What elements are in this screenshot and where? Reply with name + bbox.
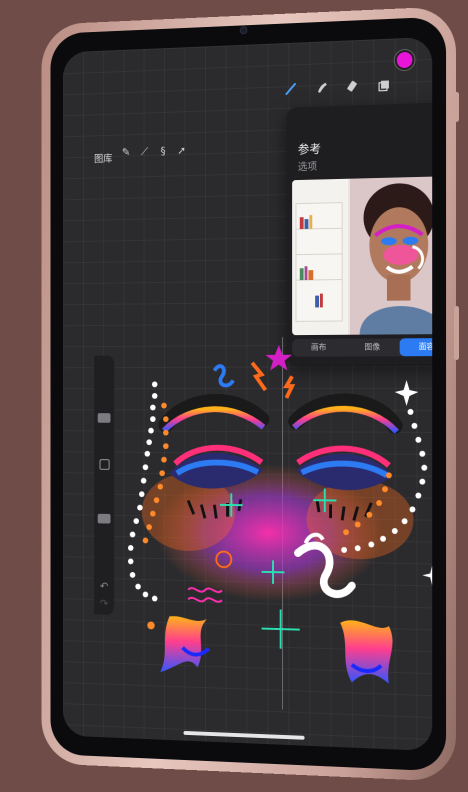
brush-icon[interactable] bbox=[281, 82, 302, 104]
side-button bbox=[454, 305, 459, 361]
procreate-canvas[interactable]: 图库 ✎ ⟋ § ➚ ↶ ↷ × 参考 选项 bbox=[63, 36, 433, 752]
gallery-link[interactable]: 图库 bbox=[94, 150, 112, 165]
ipad-device: 图库 ✎ ⟋ § ➚ ↶ ↷ × 参考 选项 bbox=[41, 6, 459, 782]
reference-title: 参考 bbox=[297, 142, 321, 157]
front-camera bbox=[240, 27, 247, 34]
color-picker-button[interactable] bbox=[396, 51, 413, 69]
face-paint-artwork[interactable] bbox=[105, 336, 433, 715]
reference-options-link[interactable]: 选项 bbox=[298, 158, 317, 173]
wrench-icon[interactable]: ✎ bbox=[120, 146, 133, 160]
reference-panel: × 参考 选项 bbox=[286, 101, 433, 365]
eraser-icon[interactable] bbox=[342, 79, 363, 102]
magic-wand-icon[interactable]: ⟋ bbox=[138, 145, 151, 159]
layers-icon[interactable] bbox=[373, 78, 395, 101]
transform-arrow-icon[interactable]: ➚ bbox=[175, 144, 188, 158]
device-bezel: 图库 ✎ ⟋ § ➚ ↶ ↷ × 参考 选项 bbox=[50, 16, 447, 772]
volume-button bbox=[454, 91, 459, 123]
smudge-icon[interactable] bbox=[311, 81, 332, 103]
selection-icon[interactable]: § bbox=[157, 145, 170, 159]
reference-face-photo bbox=[292, 176, 433, 336]
home-indicator[interactable] bbox=[183, 730, 305, 740]
